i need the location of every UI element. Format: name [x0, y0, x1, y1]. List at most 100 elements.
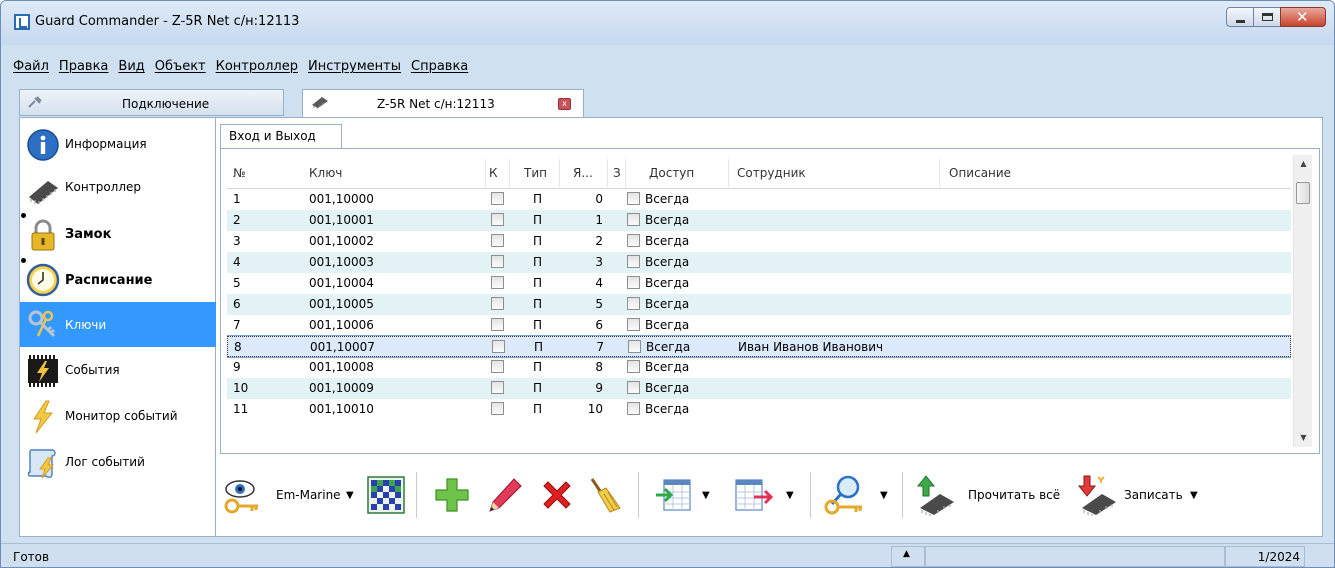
cell-cell-number: 3 — [595, 255, 603, 269]
k-checkbox[interactable] — [491, 213, 504, 226]
col-divider — [939, 159, 940, 187]
tab-entry-exit[interactable]: Вход и Выход — [220, 124, 342, 148]
sidebar-item-schedule[interactable]: Расписание — [20, 257, 216, 302]
table-row[interactable]: 9 001,10008 П Всегда 8 — [227, 357, 1291, 378]
scrollbar-thumb[interactable] — [1296, 182, 1310, 204]
tab-device-label: Z-5R Net с/н:12113 — [377, 97, 495, 111]
table-row[interactable]: 1 001,10000 П Всегда 0 — [227, 189, 1291, 210]
table-row[interactable]: 5 001,10004 П Всегда 4 — [227, 273, 1291, 294]
sidebar-item-events[interactable]: События — [20, 348, 216, 393]
table-row[interactable]: 6 001,10005 П Всегда 5 — [227, 294, 1291, 315]
k-checkbox[interactable] — [491, 402, 504, 415]
table-row[interactable]: 2 001,10001 П Всегда 1 — [227, 210, 1291, 231]
z-checkbox[interactable] — [627, 276, 640, 289]
delete-icon[interactable] — [538, 476, 576, 514]
col-access[interactable]: Доступ — [649, 166, 694, 180]
sidebar-item-info[interactable]: Информация — [20, 122, 216, 167]
k-checkbox[interactable] — [491, 297, 504, 310]
import-table-icon — [656, 479, 691, 511]
table-row[interactable]: 10 001,10009 П Всегда 9 — [227, 378, 1291, 399]
export-button[interactable]: ▼ — [732, 472, 800, 518]
scroll-down-icon[interactable]: ▼ — [1294, 429, 1313, 447]
menu-controller[interactable]: Контроллер — [216, 59, 298, 81]
sidebar-item-lock[interactable]: Замок — [20, 212, 216, 257]
z-checkbox[interactable] — [628, 340, 641, 353]
status-arrow-icon[interactable]: ▲ — [903, 549, 910, 559]
chevron-down-icon: ▼ — [786, 490, 794, 501]
col-key[interactable]: Ключ — [309, 166, 342, 180]
k-checkbox[interactable] — [492, 340, 505, 353]
read-all-button[interactable]: Прочитать всё — [914, 472, 1066, 518]
import-button[interactable]: ▼ — [654, 472, 718, 518]
title-bar[interactable]: Guard Commander - Z-5R Net с/н:12113 ✕ — [1, 1, 1334, 45]
menu-edit[interactable]: Правка — [59, 59, 108, 81]
edit-pencil-icon[interactable] — [486, 476, 524, 514]
col-employee[interactable]: Сотрудник — [737, 166, 806, 180]
close-button[interactable]: ✕ — [1280, 7, 1326, 27]
table-row[interactable]: 4 001,10003 П Всегда 3 — [227, 252, 1291, 273]
col-cell[interactable]: Я... — [573, 166, 593, 180]
k-checkbox[interactable] — [491, 360, 504, 373]
grid-view-icon[interactable] — [367, 476, 405, 514]
sidebar-item-controller[interactable]: Контроллер — [20, 167, 216, 212]
toolbar-separator — [416, 472, 417, 518]
z-checkbox[interactable] — [627, 234, 640, 247]
z-checkbox[interactable] — [627, 192, 640, 205]
minimize-button[interactable] — [1226, 7, 1254, 27]
z-checkbox[interactable] — [627, 255, 640, 268]
write-button[interactable]: Записать ▼ — [1076, 472, 1216, 518]
sidebar-item-label: Расписание — [65, 273, 153, 288]
table-row[interactable]: 7 001,10006 П Всегда 6 — [227, 315, 1291, 336]
table-row[interactable]: 3 001,10002 П Всегда 2 — [227, 231, 1291, 252]
cell-number: 2 — [233, 213, 241, 227]
tab-connection[interactable]: Подключение — [19, 89, 284, 116]
cell-type: П — [533, 402, 543, 416]
cell-key: 001,10004 — [309, 276, 374, 290]
broom-icon[interactable] — [586, 476, 624, 514]
tab-device[interactable]: Z-5R Net с/н:12113 x — [302, 89, 584, 118]
menu-tools[interactable]: Инструменты — [308, 59, 401, 81]
z-checkbox[interactable] — [627, 297, 640, 310]
minimize-icon — [1236, 20, 1245, 23]
k-checkbox[interactable] — [491, 381, 504, 394]
k-checkbox[interactable] — [491, 318, 504, 331]
maximize-button[interactable] — [1253, 7, 1281, 27]
sidebar-item-event-log[interactable]: Лог событий — [20, 440, 216, 485]
z-checkbox[interactable] — [627, 318, 640, 331]
k-checkbox[interactable] — [491, 255, 504, 268]
sidebar-item-event-monitor[interactable]: Монитор событий — [20, 394, 216, 439]
col-z[interactable]: З — [613, 166, 621, 180]
k-checkbox[interactable] — [491, 192, 504, 205]
k-checkbox[interactable] — [491, 276, 504, 289]
cell-type: П — [533, 192, 543, 206]
add-icon[interactable] — [433, 476, 471, 514]
k-checkbox[interactable] — [491, 234, 504, 247]
table-scrollbar[interactable]: ▲ ▼ — [1293, 155, 1312, 447]
col-divider — [559, 159, 560, 187]
cell-number: 1 — [233, 192, 241, 206]
cell-cell-number: 6 — [595, 318, 603, 332]
z-checkbox[interactable] — [627, 402, 640, 415]
sidebar-item-keys[interactable]: Ключи — [20, 302, 216, 347]
search-key-button[interactable]: ▼ — [824, 472, 892, 518]
menu-file[interactable]: Файл — [13, 59, 49, 81]
col-number[interactable]: № — [233, 166, 245, 180]
menu-help[interactable]: Справка — [411, 59, 468, 81]
menu-view[interactable]: Вид — [118, 59, 144, 81]
z-checkbox[interactable] — [627, 360, 640, 373]
table-row[interactable]: 11 001,10010 П Всегда 10 — [227, 399, 1291, 420]
cell-access: Всегда — [645, 255, 690, 269]
col-type[interactable]: Тип — [524, 166, 547, 180]
scroll-up-icon[interactable]: ▲ — [1294, 155, 1313, 173]
z-checkbox[interactable] — [627, 213, 640, 226]
tab-connection-label: Подключение — [122, 97, 210, 111]
table-row[interactable]: 8 001,10007 П Всегда Иван Иванов Иванович 7 — [227, 335, 1291, 358]
window-controls: ✕ — [1226, 7, 1326, 27]
z-checkbox[interactable] — [627, 381, 640, 394]
col-k[interactable]: К — [489, 166, 498, 180]
keys-table[interactable]: № Ключ К Тип Я... З Доступ Сотрудник Опи… — [227, 155, 1291, 447]
col-description[interactable]: Описание — [949, 166, 1011, 180]
tab-close-icon[interactable]: x — [558, 98, 571, 110]
menu-object[interactable]: Объект — [155, 59, 206, 81]
key-type-dropdown[interactable]: Em-Marine ▼ — [224, 472, 360, 518]
